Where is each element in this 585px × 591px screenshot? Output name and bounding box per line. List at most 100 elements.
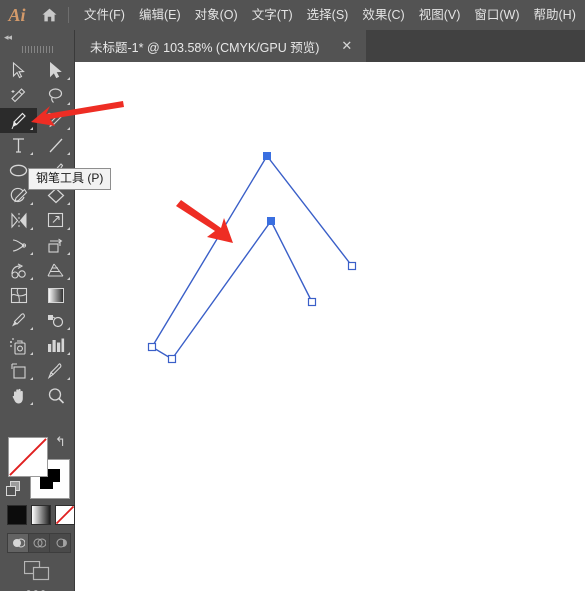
anchor-outer-apex[interactable] xyxy=(263,152,271,160)
eyedropper-tool[interactable] xyxy=(0,308,37,333)
menu-file[interactable]: 文件(F) xyxy=(77,5,132,26)
anchor-inner-right-end[interactable] xyxy=(307,297,317,307)
tool-grid xyxy=(0,58,74,408)
slice-tool[interactable] xyxy=(37,358,74,383)
tool-flyout-indicator[interactable] xyxy=(67,127,70,130)
chevron-outline-path[interactable] xyxy=(151,154,353,360)
magic-wand-tool[interactable] xyxy=(0,83,37,108)
anchor-outer-right-end[interactable] xyxy=(347,261,357,271)
tool-flyout-indicator[interactable] xyxy=(67,202,70,205)
document-tab-bar: 未标题-1* @ 103.58% (CMYK/GPU 预览) ✕ xyxy=(0,30,585,62)
tool-flyout-indicator[interactable] xyxy=(67,277,70,280)
tool-row xyxy=(0,83,74,108)
column-graph-tool[interactable] xyxy=(37,333,74,358)
ai-logo: Ai xyxy=(8,4,26,25)
mesh-tool[interactable] xyxy=(0,283,37,308)
close-icon[interactable]: ✕ xyxy=(341,40,352,53)
home-icon[interactable] xyxy=(34,0,64,30)
tool-row xyxy=(0,108,74,133)
selection-tool[interactable] xyxy=(0,58,37,83)
menu-object[interactable]: 对象(O) xyxy=(188,5,245,26)
draw-inside-icon xyxy=(56,538,67,548)
tool-flyout-indicator[interactable] xyxy=(30,227,33,230)
tool-flyout-indicator[interactable] xyxy=(67,227,70,230)
width-tool[interactable] xyxy=(0,233,37,258)
anchor-inner-apex[interactable] xyxy=(267,217,275,225)
draw-normal-icon xyxy=(12,538,25,548)
lasso-tool[interactable] xyxy=(37,83,74,108)
fill-swatch[interactable] xyxy=(8,437,48,477)
none-mode-button[interactable] xyxy=(55,505,75,525)
perspective-grid-tool[interactable] xyxy=(37,258,74,283)
curvature-tool[interactable] xyxy=(37,108,74,133)
type-tool[interactable] xyxy=(0,133,37,158)
tool-flyout-indicator[interactable] xyxy=(30,152,33,155)
more-tools-button[interactable]: ••• xyxy=(26,585,48,591)
tool-row xyxy=(0,133,74,158)
pen-tool-tooltip: 钢笔工具 (P) xyxy=(28,168,112,191)
tool-row xyxy=(0,208,74,233)
menu-window[interactable]: 窗口(W) xyxy=(467,5,526,26)
menu-edit[interactable]: 编辑(E) xyxy=(132,5,188,26)
default-fill-stroke-icon[interactable] xyxy=(6,481,22,497)
tool-flyout-indicator[interactable] xyxy=(30,127,33,130)
direct-selection-tool[interactable] xyxy=(37,58,74,83)
tool-flyout-indicator[interactable] xyxy=(30,352,33,355)
shape-builder-tool[interactable] xyxy=(0,258,37,283)
menu-select[interactable]: 选择(S) xyxy=(300,5,356,26)
free-transform-tool[interactable] xyxy=(37,233,74,258)
change-screen-mode-button[interactable] xyxy=(24,561,50,581)
swap-fill-stroke-icon[interactable]: ↰ xyxy=(55,435,66,448)
menu-divider xyxy=(68,7,69,23)
symbol-sprayer-tool[interactable] xyxy=(0,333,37,358)
drawing-mode-row xyxy=(7,533,71,553)
anchor-outer-left-end[interactable] xyxy=(147,342,157,352)
tool-flyout-indicator[interactable] xyxy=(30,202,33,205)
menu-effect[interactable]: 效果(C) xyxy=(355,5,411,26)
tool-flyout-indicator[interactable] xyxy=(67,77,70,80)
color-mode-button[interactable] xyxy=(7,505,27,525)
tool-flyout-indicator[interactable] xyxy=(30,277,33,280)
artboard-canvas[interactable] xyxy=(75,62,585,591)
rotate-tool[interactable] xyxy=(0,208,37,233)
tool-flyout-indicator[interactable] xyxy=(67,252,70,255)
draw-inside-button[interactable] xyxy=(50,534,70,552)
tool-flyout-indicator[interactable] xyxy=(30,377,33,380)
tool-flyout-indicator[interactable] xyxy=(30,327,33,330)
anchor-inner-left-end[interactable] xyxy=(167,354,177,364)
tool-flyout-indicator[interactable] xyxy=(67,377,70,380)
tool-flyout-indicator[interactable] xyxy=(30,252,33,255)
color-controls: ↰ xyxy=(0,405,75,591)
line-segment-tool[interactable] xyxy=(37,133,74,158)
tool-flyout-indicator[interactable] xyxy=(67,152,70,155)
menu-view[interactable]: 视图(V) xyxy=(412,5,468,26)
menu-help[interactable]: 帮助(H) xyxy=(527,5,583,26)
tool-row xyxy=(0,283,74,308)
artboard-tool[interactable] xyxy=(0,358,37,383)
tool-flyout-indicator[interactable] xyxy=(67,352,70,355)
none-slash-glyph xyxy=(56,506,74,524)
panel-grip-handle[interactable] xyxy=(22,46,54,53)
none-slash-icon xyxy=(9,438,47,476)
anchor-point-group xyxy=(147,152,357,364)
pen-tool[interactable] xyxy=(0,108,37,133)
tool-row xyxy=(0,333,74,358)
tool-flyout-indicator[interactable] xyxy=(67,102,70,105)
vector-path-group xyxy=(147,152,357,364)
tool-row xyxy=(0,358,74,383)
document-tab[interactable]: 未标题-1* @ 103.58% (CMYK/GPU 预览) ✕ xyxy=(74,30,367,62)
tool-flyout-indicator[interactable] xyxy=(67,327,70,330)
stroke-swatch-hole xyxy=(53,482,65,494)
draw-behind-icon xyxy=(33,538,46,548)
draw-behind-button[interactable] xyxy=(29,534,50,552)
menu-bar: Ai 文件(F) 编辑(E) 对象(O) 文字(T) 选择(S) 效果(C) 视… xyxy=(0,0,585,30)
draw-normal-button[interactable] xyxy=(8,534,29,552)
blend-tool[interactable] xyxy=(37,308,74,333)
document-tab-title: 未标题-1* @ 103.58% (CMYK/GPU 预览) xyxy=(90,40,320,55)
gradient-tool[interactable] xyxy=(37,283,74,308)
gradient-mode-button[interactable] xyxy=(31,505,51,525)
collapse-panel-icon[interactable]: ◂◂ xyxy=(4,33,12,42)
menu-type[interactable]: 文字(T) xyxy=(245,5,300,26)
scale-tool[interactable] xyxy=(37,208,74,233)
home-glyph xyxy=(42,8,56,22)
